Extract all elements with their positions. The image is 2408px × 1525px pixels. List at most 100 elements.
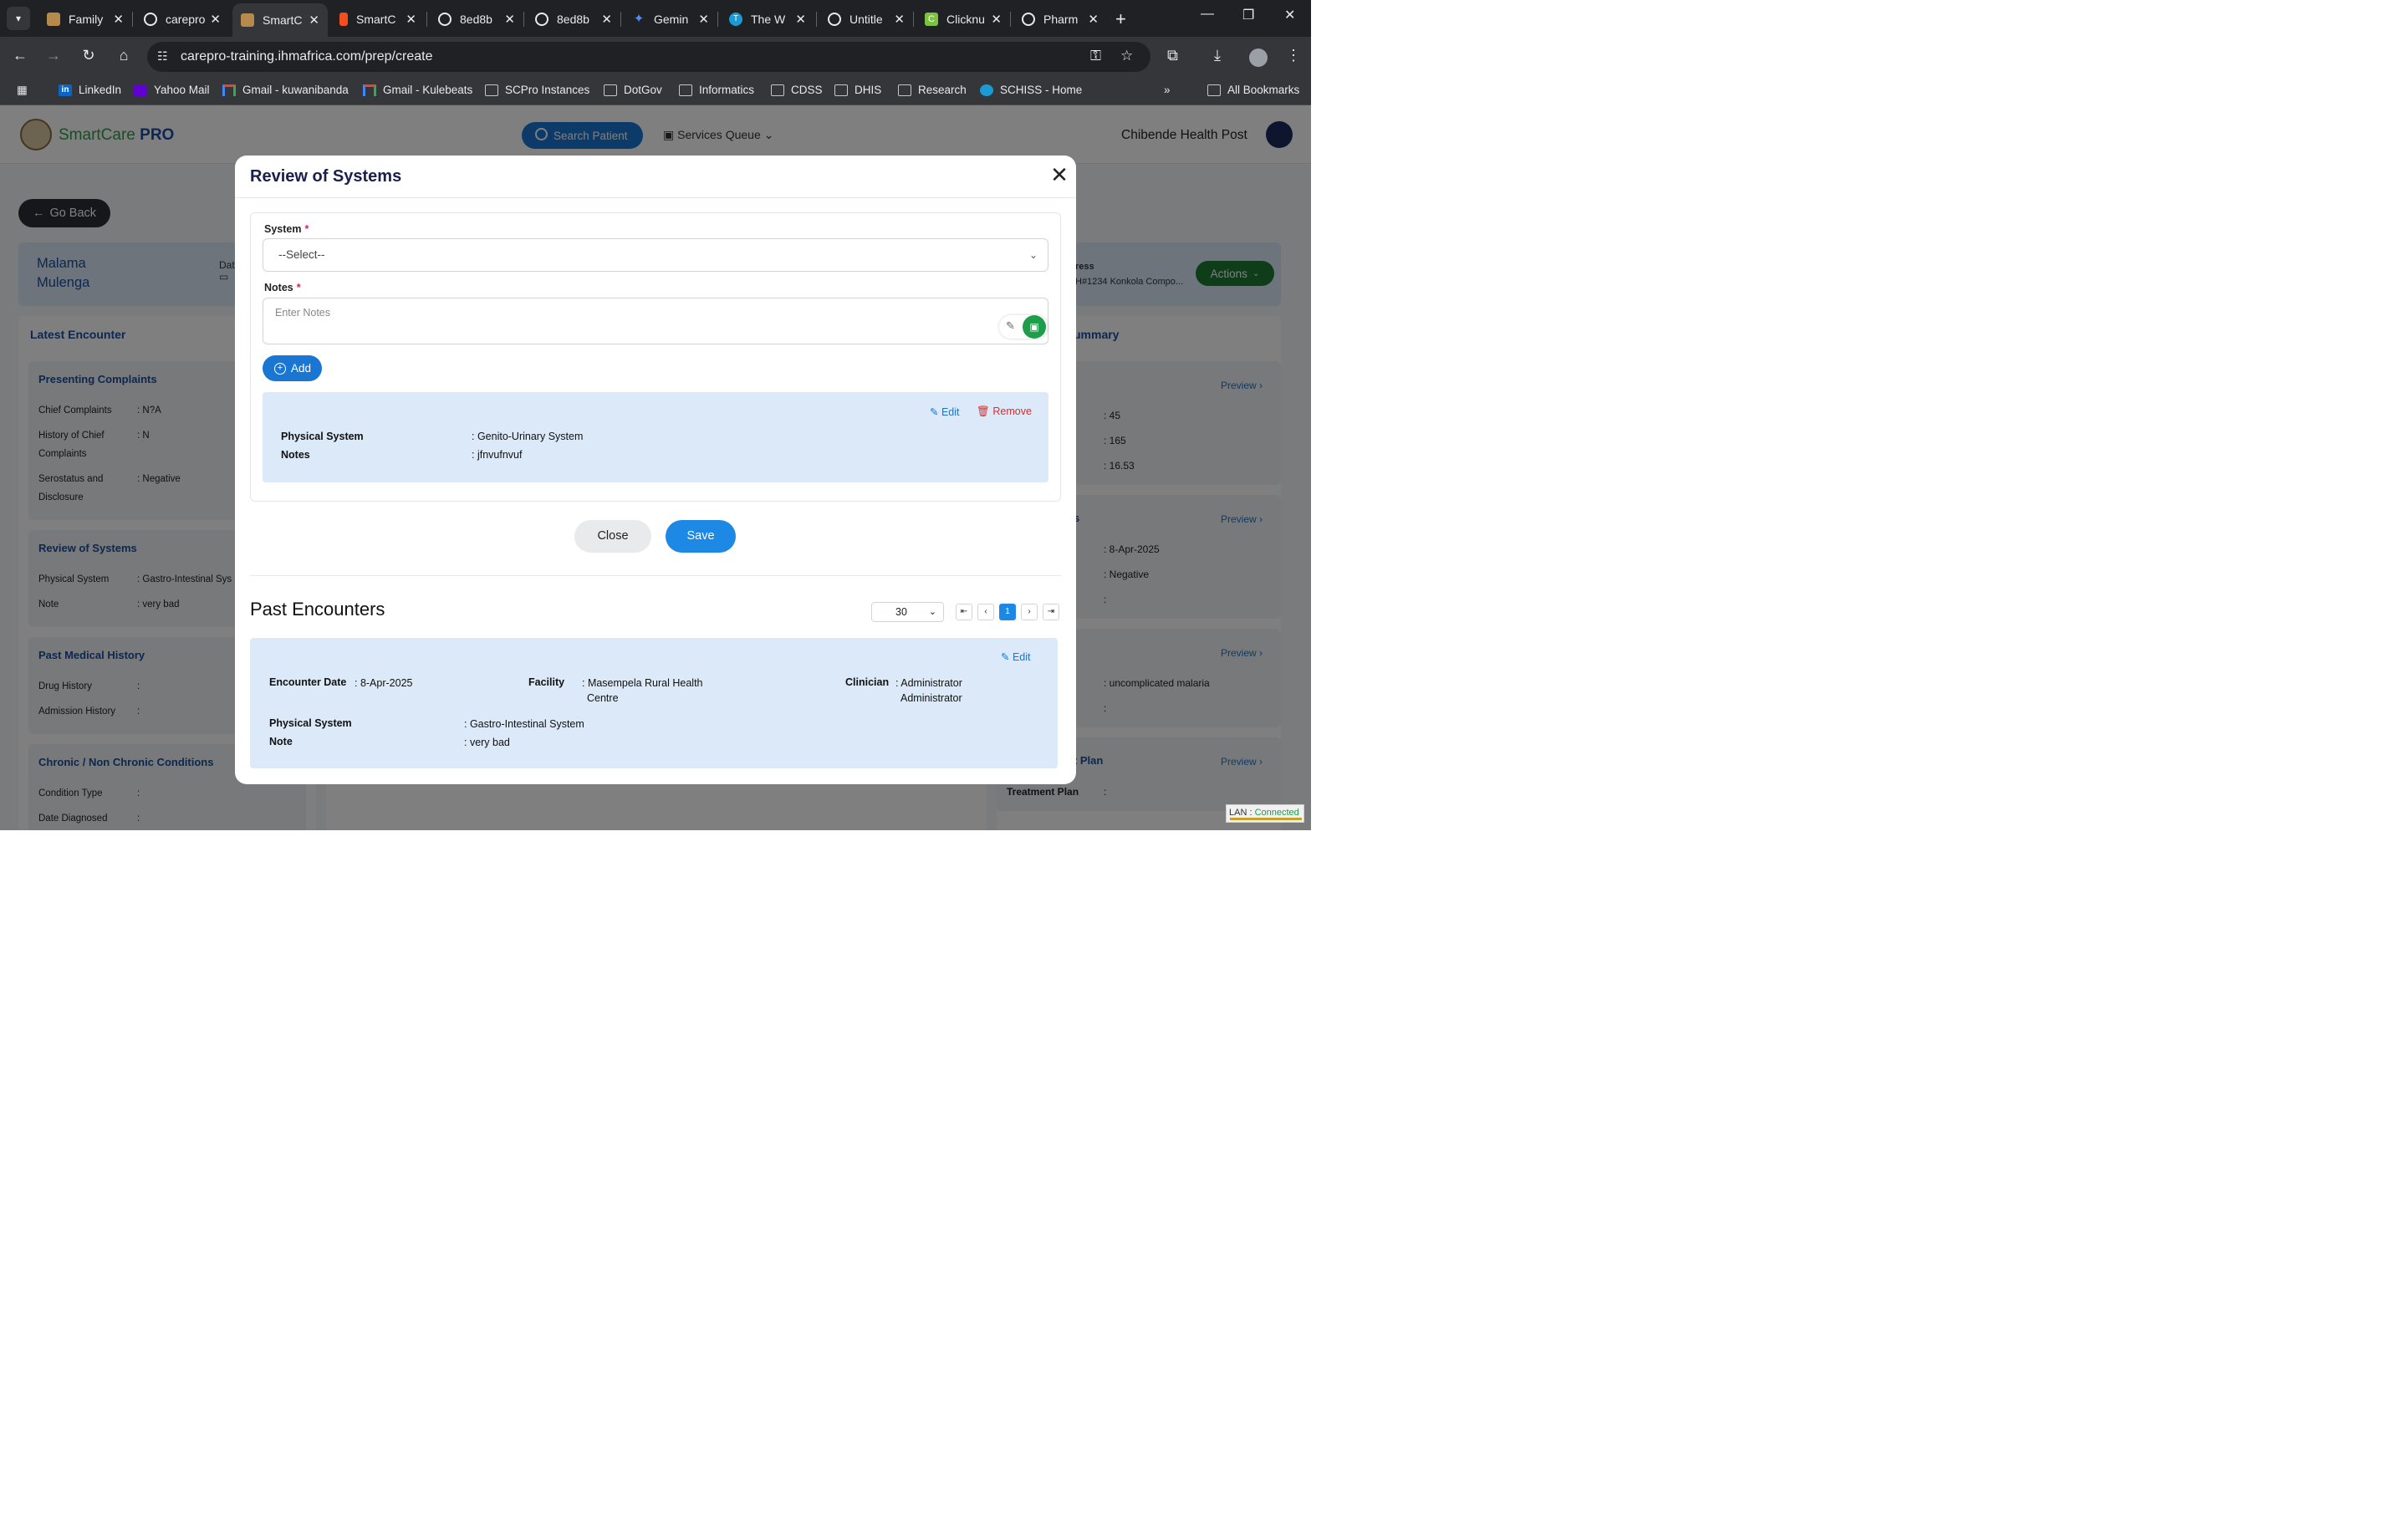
profile-avatar[interactable] — [1249, 48, 1268, 67]
bookmark-folder[interactable]: Informatics — [679, 84, 754, 96]
tab-divider — [816, 12, 817, 27]
modal-title: Review of Systems — [250, 167, 402, 186]
browser-tab[interactable]: Pharm ✕ — [1013, 5, 1107, 33]
browser-tab[interactable]: Family ✕ — [38, 5, 132, 33]
bookmark-gmail-2[interactable]: Gmail - Kulebeats — [363, 84, 472, 96]
pencil-icon: ✎ — [930, 406, 939, 418]
site-info-icon[interactable]: ☷ — [157, 49, 168, 64]
entry-row: Physical System: Genito-Urinary System — [281, 431, 584, 442]
browser-tab[interactable]: 8ed8b ✕ — [527, 5, 620, 33]
ai-assistant-icon[interactable]: ▣ — [1023, 315, 1046, 339]
back-icon[interactable]: ← — [10, 47, 30, 64]
globe-icon — [144, 13, 157, 26]
close-tab-icon[interactable]: ✕ — [210, 12, 221, 27]
bookmark-folder[interactable]: DotGov — [604, 84, 662, 96]
app-icon — [47, 13, 60, 26]
tab-search-button[interactable]: ▾ — [7, 7, 30, 30]
restore-icon[interactable]: ❐ — [1242, 7, 1254, 23]
url-text[interactable]: carepro-training.ihmafrica.com/prep/crea… — [181, 49, 432, 64]
browser-tab[interactable]: C Clicknu ✕ — [916, 5, 1010, 33]
close-tab-icon[interactable]: ✕ — [991, 12, 1002, 27]
past-encounter-card: ✎ Edit Encounter Date : 8-Apr-2025 Facil… — [250, 638, 1058, 768]
more-bookmarks-icon[interactable]: » — [1164, 84, 1171, 96]
extensions-icon[interactable]: ⧉ — [1167, 47, 1178, 64]
yahoo-icon — [134, 84, 147, 96]
tab-divider — [913, 12, 914, 27]
figma-icon — [339, 13, 348, 26]
home-icon[interactable]: ⌂ — [114, 47, 134, 64]
close-tab-icon[interactable]: ✕ — [309, 13, 319, 28]
close-tab-icon[interactable]: ✕ — [113, 12, 124, 27]
gemini-icon: ✦ — [633, 12, 645, 26]
system-select[interactable]: --Select-- ⌄ — [263, 238, 1048, 272]
forward-icon[interactable]: → — [43, 47, 64, 64]
edit-entry-button[interactable]: ✎ Edit — [930, 405, 960, 418]
address-bar[interactable]: ☷ carepro-training.ihmafrica.com/prep/cr… — [147, 42, 1150, 72]
window-close-icon[interactable]: ✕ — [1284, 7, 1295, 23]
system-label: System * — [264, 223, 309, 235]
browser-tab[interactable]: carepro ✕ — [135, 5, 229, 33]
folder-icon — [604, 84, 617, 96]
required-marker: * — [304, 223, 309, 235]
schiss-icon — [980, 84, 993, 96]
bookmark-folder[interactable]: SCPro Instances — [485, 84, 589, 96]
feather-icon[interactable]: ✎ — [1006, 319, 1015, 333]
close-tab-icon[interactable]: ✕ — [601, 12, 612, 27]
remove-entry-button[interactable]: 🗑 Remove — [977, 405, 1032, 418]
reload-icon[interactable]: ↻ — [79, 47, 99, 64]
tab-divider — [523, 12, 524, 27]
save-button[interactable]: Save — [666, 520, 736, 553]
browser-tab-active[interactable]: SmartC ✕ — [232, 3, 328, 37]
bookmark-folder[interactable]: CDSS — [771, 84, 823, 96]
bookmark-gmail-1[interactable]: Gmail - kuwanibanda — [222, 84, 349, 96]
add-button[interactable]: + Add — [263, 355, 322, 381]
prev-page-button[interactable]: ‹ — [977, 604, 994, 620]
tab-divider — [132, 12, 133, 27]
notes-textarea[interactable]: Enter Notes ✎ ▣ — [263, 298, 1048, 344]
close-tab-icon[interactable]: ✕ — [894, 12, 905, 27]
close-tab-icon[interactable]: ✕ — [504, 12, 515, 27]
close-icon[interactable]: ✕ — [1049, 162, 1069, 188]
folder-icon — [771, 84, 784, 96]
bookmark-linkedin[interactable]: in LinkedIn — [59, 84, 121, 96]
browser-tab[interactable]: 8ed8b ✕ — [430, 5, 523, 33]
menu-icon[interactable]: ⋮ — [1286, 47, 1301, 64]
bookmark-folder[interactable]: Research — [898, 84, 967, 96]
close-button[interactable]: Close — [574, 520, 651, 553]
star-icon[interactable]: ☆ — [1120, 48, 1133, 64]
browser-tab[interactable]: Untitle ✕ — [819, 5, 913, 33]
close-tab-icon[interactable]: ✕ — [406, 12, 416, 27]
minimize-icon[interactable]: — — [1201, 7, 1214, 22]
globe-icon — [535, 13, 548, 26]
bookmark-yahoo-mail[interactable]: Yahoo Mail — [134, 84, 210, 96]
all-bookmarks[interactable]: All Bookmarks — [1207, 84, 1299, 96]
gmail-icon — [222, 84, 236, 96]
page-number-button[interactable]: 1 — [999, 604, 1016, 620]
tab-divider — [620, 12, 621, 27]
chevron-down-icon: ⌄ — [1028, 249, 1038, 261]
page-size-select[interactable]: 30 ⌄ — [871, 602, 944, 622]
tab-divider — [426, 12, 427, 27]
notes-label: Notes * — [264, 282, 301, 293]
close-tab-icon[interactable]: ✕ — [1088, 12, 1099, 27]
apps-grid-icon[interactable]: ▦ — [17, 84, 28, 97]
browser-tab[interactable]: ✦ Gemin ✕ — [624, 5, 717, 33]
close-tab-icon[interactable]: ✕ — [698, 12, 709, 27]
edit-encounter-button[interactable]: ✎ Edit — [1001, 650, 1031, 663]
browser-tab[interactable]: T The W ✕ — [721, 5, 814, 33]
globe-icon — [828, 13, 841, 26]
first-page-button[interactable]: ⇤ — [956, 604, 972, 620]
refresh-icon — [1022, 13, 1035, 26]
new-tab-icon[interactable]: + — [1115, 8, 1126, 30]
last-page-button[interactable]: ⇥ — [1043, 604, 1059, 620]
close-tab-icon[interactable]: ✕ — [795, 12, 806, 27]
review-of-systems-modal: Review of Systems ✕ System * --Select-- ⌄… — [235, 156, 1076, 784]
tab-divider — [717, 12, 718, 27]
required-marker: * — [296, 282, 301, 293]
download-icon[interactable]: ⤓ — [1214, 47, 1221, 64]
key-icon[interactable]: ⚿ — [1090, 48, 1101, 64]
bookmark-schiss[interactable]: SCHISS - Home — [980, 84, 1082, 96]
next-page-button[interactable]: › — [1021, 604, 1038, 620]
bookmark-folder[interactable]: DHIS — [834, 84, 881, 96]
browser-tab[interactable]: SmartC ✕ — [331, 5, 425, 33]
